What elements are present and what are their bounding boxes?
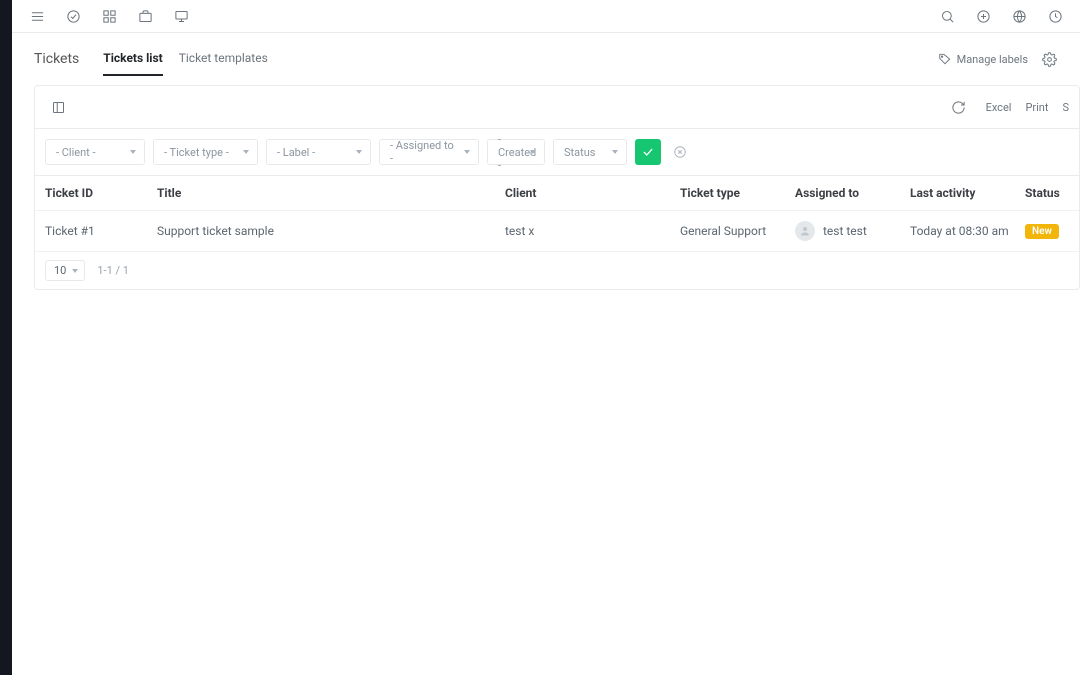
content-card: Excel Print S - Client - - Ticket type -…: [34, 85, 1080, 290]
clock-icon[interactable]: [1046, 7, 1064, 25]
s-link[interactable]: S: [1062, 101, 1069, 114]
tab-tickets-list[interactable]: Tickets list: [103, 43, 162, 75]
cell-ticket-id: Ticket #1: [45, 224, 157, 238]
col-header-assigned-to[interactable]: Assigned to: [795, 186, 910, 200]
col-header-ticket-type[interactable]: Ticket type: [680, 186, 795, 200]
topbar: [12, 0, 1080, 33]
cell-title: Support ticket sample: [157, 224, 505, 238]
col-header-ticket-id[interactable]: Ticket ID: [45, 186, 157, 200]
table-header: Ticket ID Title Client Ticket type Assig…: [35, 176, 1079, 211]
refresh-icon[interactable]: [946, 94, 972, 120]
plus-circle-icon[interactable]: [974, 7, 992, 25]
filter-label[interactable]: - Label -: [266, 139, 371, 165]
avatar: [795, 221, 815, 241]
export-excel-link[interactable]: Excel: [986, 101, 1012, 114]
print-link[interactable]: Print: [1025, 101, 1048, 114]
gear-icon[interactable]: [1040, 50, 1058, 68]
filter-client[interactable]: - Client -: [45, 139, 145, 165]
columns-toggle-icon[interactable]: [45, 94, 71, 120]
monitor-icon[interactable]: [172, 7, 190, 25]
briefcase-icon[interactable]: [136, 7, 154, 25]
table-row[interactable]: Ticket #1 Support ticket sample test x G…: [35, 211, 1079, 252]
tickets-table: Ticket ID Title Client Ticket type Assig…: [35, 176, 1079, 252]
table-footer: 10 1-1 / 1: [35, 252, 1079, 289]
col-header-title[interactable]: Title: [157, 186, 505, 200]
filters-row: - Client - - Ticket type - - Label - - A…: [35, 129, 1079, 176]
col-header-last-activity[interactable]: Last activity: [910, 186, 1025, 200]
manage-labels-link[interactable]: Manage labels: [938, 52, 1028, 66]
search-icon[interactable]: [938, 7, 956, 25]
apply-filters-button[interactable]: [635, 139, 661, 165]
page-size-select[interactable]: 10: [45, 260, 85, 281]
sidebar-strip: [0, 0, 12, 675]
filter-created[interactable]: - Created -: [487, 139, 545, 165]
pagination-info: 1-1 / 1: [97, 264, 129, 277]
clear-filters-button[interactable]: [669, 141, 691, 163]
check-circle-icon[interactable]: [64, 7, 82, 25]
manage-labels-label: Manage labels: [957, 53, 1028, 66]
menu-icon[interactable]: [28, 7, 46, 25]
cell-assigned-to: test test: [795, 221, 910, 241]
col-header-client[interactable]: Client: [505, 186, 680, 200]
tab-ticket-templates[interactable]: Ticket templates: [179, 43, 268, 75]
cell-status: New: [1025, 223, 1069, 239]
status-badge: New: [1025, 224, 1059, 239]
toolbar: Excel Print S: [35, 86, 1079, 129]
assigned-to-name: test test: [823, 224, 867, 238]
tabs: Tickets list Ticket templates: [103, 43, 268, 75]
page-header: Tickets Tickets list Ticket templates Ma…: [12, 33, 1080, 75]
globe-icon[interactable]: [1010, 7, 1028, 25]
cell-client: test x: [505, 224, 680, 238]
col-header-status[interactable]: Status: [1025, 186, 1069, 200]
filter-ticket-type[interactable]: - Ticket type -: [153, 139, 258, 165]
cell-last-activity: Today at 08:30 am: [910, 224, 1025, 238]
grid-icon[interactable]: [100, 7, 118, 25]
page-title: Tickets: [34, 51, 79, 67]
cell-ticket-type: General Support: [680, 224, 795, 238]
filter-assigned-to[interactable]: - Assigned to -: [379, 139, 479, 165]
filter-status[interactable]: Status: [553, 139, 627, 165]
